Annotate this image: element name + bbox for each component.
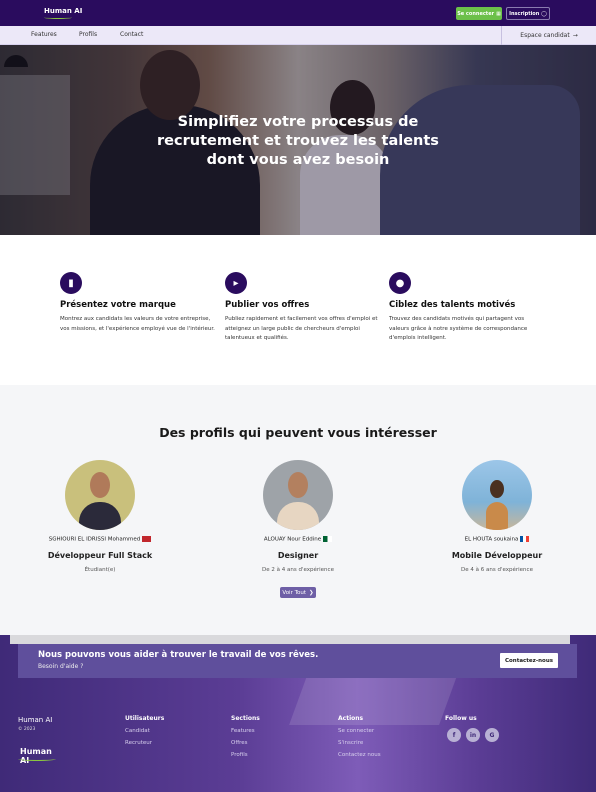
footer-link[interactable]: Recruteur (125, 740, 164, 746)
user-check-icon: ● (389, 272, 411, 294)
footer-link[interactable]: Candidat (125, 728, 164, 734)
footer-link[interactable]: Se connecter (338, 728, 381, 734)
hero-title: Simplifiez votre processus de recrutemen… (157, 114, 439, 168)
candidate-space-link[interactable]: Espace candidat → (501, 26, 596, 45)
google-icon[interactable]: G (485, 728, 499, 742)
avatar (462, 460, 532, 530)
profile-role: Designer (277, 550, 319, 560)
profile-name: ALOUAY Nour Eddine (218, 536, 378, 543)
login-button[interactable]: Se connecter ▦ (456, 7, 502, 20)
footer-column-title: Utilisateurs (125, 715, 165, 722)
nav-item-features[interactable]: Features (31, 31, 57, 38)
feature-desc: Trouvez des candidats motivés qui partag… (389, 316, 528, 341)
register-button-label: Inscription (509, 10, 540, 17)
feature-card: ● Ciblez des talents motivés Trouvez des… (389, 272, 544, 344)
profiles-section: Des profils qui peuvent vous intéresser … (0, 385, 596, 635)
logo-text: Human AI (44, 7, 83, 15)
footer-column-title: Follow us (445, 715, 477, 722)
cta-subtitle: Besoin d'aide ? (38, 663, 84, 670)
header-logo[interactable]: Human AI (44, 5, 82, 21)
footer-column-sections: Sections Features Offres Profils (231, 715, 260, 764)
logo-swoosh-icon (18, 757, 56, 761)
login-button-label: Se connecter (457, 10, 495, 17)
profile-experience: De 2 à 4 ans d'expérience (262, 566, 334, 573)
cta-title: Nous pouvons vous aider à trouver le tra… (38, 650, 319, 660)
candidate-space-label: Espace candidat (520, 32, 570, 39)
feature-desc: Montrez aux candidats les valeurs de vot… (60, 316, 215, 332)
footer-logo-text: Human AI (20, 747, 52, 765)
footer-brand: Human AI (18, 716, 53, 724)
footer-copyright: © 2023 (18, 727, 36, 732)
feature-desc: Publiez rapidement et facilement vos off… (225, 316, 378, 341)
facebook-icon[interactable]: f (447, 728, 461, 742)
view-all-button[interactable]: Voir Tout ❯ (280, 587, 316, 598)
cta-banner: Nous pouvons vous aider à trouver le tra… (18, 644, 577, 678)
footer-logo[interactable]: Human AI (18, 741, 58, 767)
feature-title: Présentez votre marque (60, 300, 176, 310)
view-all-label: Voir Tout (282, 589, 307, 596)
footer-top-band (10, 635, 570, 644)
footer-column-title: Sections (231, 715, 260, 722)
footer-link[interactable]: Offres (231, 740, 260, 746)
footer-link[interactable]: Profils (231, 752, 260, 758)
features-section: ▮ Présentez votre marque Montrez aux can… (0, 235, 596, 385)
footer-column-users: Utilisateurs Candidat Recruteur (125, 715, 164, 752)
footer-link[interactable]: Contactez nous (338, 752, 381, 758)
top-header: Human AI Se connecter ▦ Inscription ◯ (0, 0, 596, 26)
logo-swoosh-icon (44, 16, 72, 19)
profile-card[interactable]: SGHIOURI EL IDRISSI Mohammed Développeur… (20, 460, 180, 573)
feature-title: Publier vos offres (225, 300, 310, 310)
register-button[interactable]: Inscription ◯ (506, 7, 550, 20)
profile-card[interactable]: EL HOUTA soukaina Mobile Développeur De … (417, 460, 577, 573)
algeria-flag-icon (323, 536, 333, 542)
nav-item-profils[interactable]: Profils (79, 31, 97, 38)
avatar (263, 460, 333, 530)
bookmark-icon: ▮ (60, 272, 82, 294)
nav-bar: Features Profils Contact Espace candidat… (0, 26, 596, 45)
footer-column-title: Actions (338, 715, 364, 722)
avatar (65, 460, 135, 530)
feature-card: ▮ Présentez votre marque Montrez aux can… (60, 272, 215, 334)
profile-role: Mobile Développeur (451, 550, 543, 560)
chevron-right-icon: ❯ (309, 589, 314, 596)
feature-card: ▸ Publier vos offres Publiez rapidement … (225, 272, 380, 344)
profile-card[interactable]: ALOUAY Nour Eddine Designer De 2 à 4 ans… (218, 460, 378, 573)
footer-column-follow: Follow us (445, 715, 477, 728)
hero-banner: Simplifiez votre processus de recrutemen… (0, 45, 596, 235)
linkedin-icon[interactable]: in (466, 728, 480, 742)
morocco-flag-icon (142, 536, 152, 542)
login-icon: ▦ (496, 10, 501, 17)
profile-role: Développeur Full Stack (47, 550, 153, 560)
nav-item-contact[interactable]: Contact (120, 31, 143, 38)
footer-link[interactable]: S'inscrire (338, 740, 381, 746)
user-icon: ◯ (541, 10, 547, 17)
contact-us-button[interactable]: Contactez-nous (500, 653, 558, 668)
footer-link[interactable]: Features (231, 728, 260, 734)
feature-title: Ciblez des talents motivés (389, 300, 516, 310)
profile-name: SGHIOURI EL IDRISSI Mohammed (20, 536, 180, 543)
arrow-right-icon: → (572, 32, 578, 39)
footer: Nous pouvons vous aider à trouver le tra… (0, 635, 596, 792)
profile-experience: De 4 à 6 ans d'expérience (461, 566, 533, 573)
megaphone-icon: ▸ (225, 272, 247, 294)
profiles-title: Des profils qui peuvent vous intéresser (159, 425, 437, 440)
profile-name: EL HOUTA soukaina (417, 536, 577, 543)
france-flag-icon (520, 536, 530, 542)
footer-column-actions: Actions Se connecter S'inscrire Contacte… (338, 715, 381, 764)
profile-experience: Étudiant(e) (84, 566, 116, 573)
